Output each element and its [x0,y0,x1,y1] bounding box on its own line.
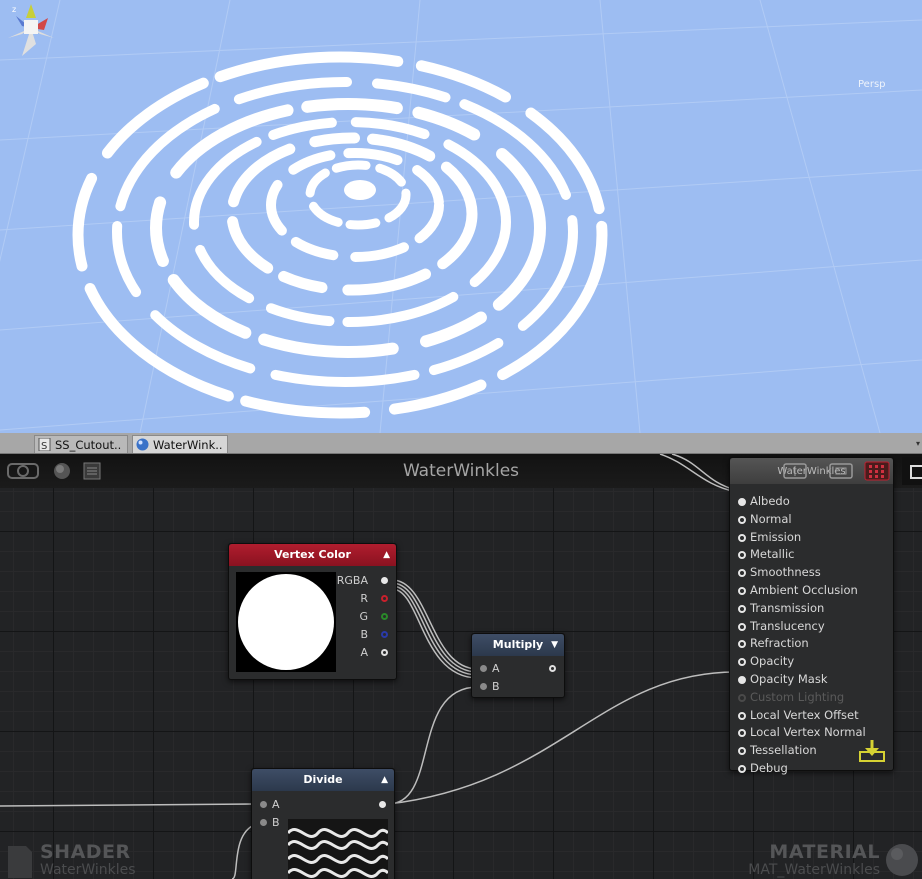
master-port-label: Local Vertex Offset [750,707,859,722]
node-header[interactable]: Vertex Color ▲ [229,544,396,566]
master-input-port[interactable] [738,569,746,578]
master-input-port[interactable] [738,604,746,613]
multiply-node[interactable]: Multiply ▼ A B [471,633,565,698]
input-port-b[interactable] [260,819,267,826]
master-input-port[interactable] [738,515,746,524]
master-input-port[interactable] [738,533,746,542]
material-sphere-watermark-icon [886,844,918,876]
port-label-b: B [360,628,368,641]
node-canvas[interactable]: WaterWinkles Vertex Color ▲ RGBA R G B A… [0,454,922,879]
tab-label: WaterWink.. [153,438,223,452]
master-input-port[interactable] [738,765,746,773]
node-title: Divide [303,773,343,786]
output-port-a[interactable] [381,649,388,656]
master-input-port[interactable] [738,676,746,684]
save-download-icon[interactable] [858,738,886,764]
material-corner-label: MATERIAL [769,841,880,863]
tab-menu-icon[interactable]: ▾ [916,439,920,448]
output-port[interactable] [549,665,556,672]
shader-corner-label: SHADER [40,841,131,863]
master-port-label: Metallic [750,547,795,562]
master-input-port[interactable] [738,693,746,702]
output-port-g[interactable] [381,613,388,620]
port-label-a: A [492,662,500,675]
input-port-a[interactable] [480,665,487,672]
node-title: Multiply [492,638,544,651]
tab-label: SS_Cutout.. [55,438,122,452]
master-port-label: Albedo [750,494,790,508]
collapse-arrow-icon[interactable]: ▲ [383,544,390,566]
axis-gizmo-icon[interactable]: z [0,0,62,64]
node-header[interactable]: Multiply ▼ [472,634,564,656]
output-master-node[interactable]: WaterWinkles Albedo Normal Emission Metalli… [729,457,894,775]
side-panel-toggle[interactable] [902,457,922,485]
port-label-b: B [492,680,500,693]
grid-menu-icon[interactable] [864,461,890,481]
shader-name-label: WaterWinkles [40,862,136,878]
port-label-r: R [360,592,368,605]
node-preview [288,819,388,879]
master-port-label: Local Vertex Normal [750,725,866,740]
master-input-port[interactable] [738,658,746,667]
material-sphere-icon [136,438,149,451]
material-name-label: MAT_WaterWinkles [748,862,880,878]
input-port-b[interactable] [480,683,487,690]
vertex-color-node[interactable]: Vertex Color ▲ RGBA R G B A [228,543,397,680]
output-port-rgba[interactable] [381,577,388,584]
node-header[interactable]: WaterWinkles [730,458,893,484]
master-port-label: Tessellation [750,743,817,758]
port-label-b: B [272,816,280,829]
tab-material[interactable]: WaterWink.. [132,435,228,453]
tab-shader-file[interactable]: S SS_Cutout.. [34,435,128,453]
master-input-port[interactable] [738,587,746,595]
tab-bar: S SS_Cutout.. WaterWink.. ▾ [0,433,922,454]
port-label-g: G [359,610,368,623]
port-label-rgba: RGBA [336,574,368,587]
master-input-port[interactable] [738,640,746,649]
port-label-a: A [360,646,368,659]
dropdown-arrow-icon[interactable]: ▼ [551,634,558,656]
port-label-a: A [272,798,280,811]
shader-file-icon: S [38,438,51,451]
svg-text:S: S [41,441,47,451]
master-input-port[interactable] [738,711,746,720]
master-port-label: Opacity Mask [750,672,828,686]
master-port-label: Opacity [750,654,795,669]
node-header[interactable]: Divide ▲ [252,769,394,791]
master-port-label: Emission [750,529,802,544]
node-title: Vertex Color [274,548,351,561]
master-input-port[interactable] [738,498,746,506]
projection-label[interactable]: Persp [858,79,886,90]
node-preview [236,572,336,672]
master-port-label: Smoothness [750,565,821,580]
shader-properties-icon[interactable] [782,463,808,479]
master-port-label: Refraction [750,636,809,651]
output-port-r[interactable] [381,595,388,602]
master-port-label: Translucency [750,618,825,633]
master-input-port[interactable] [738,551,746,560]
master-input-port[interactable] [738,729,746,738]
scene-grid-and-ripple [0,0,922,433]
svg-text:z: z [12,5,16,14]
master-port-label: Custom Lighting [750,689,845,704]
master-port-label: Ambient Occlusion [750,583,858,597]
input-port-a[interactable] [260,801,267,808]
master-port-label: Transmission [750,600,825,615]
divide-node[interactable]: Divide ▲ A B [251,768,395,879]
output-port-b[interactable] [381,631,388,638]
master-port-label: Debug [750,761,788,775]
expand-icon[interactable] [828,463,854,479]
collapse-arrow-icon[interactable]: ▲ [381,769,388,791]
output-port[interactable] [379,801,386,808]
master-port-label: Normal [750,511,792,526]
scene-view[interactable]: z Persp [0,0,922,433]
master-input-port[interactable] [738,747,746,756]
shader-watermark-icon [8,846,32,878]
master-input-port[interactable] [738,622,746,631]
